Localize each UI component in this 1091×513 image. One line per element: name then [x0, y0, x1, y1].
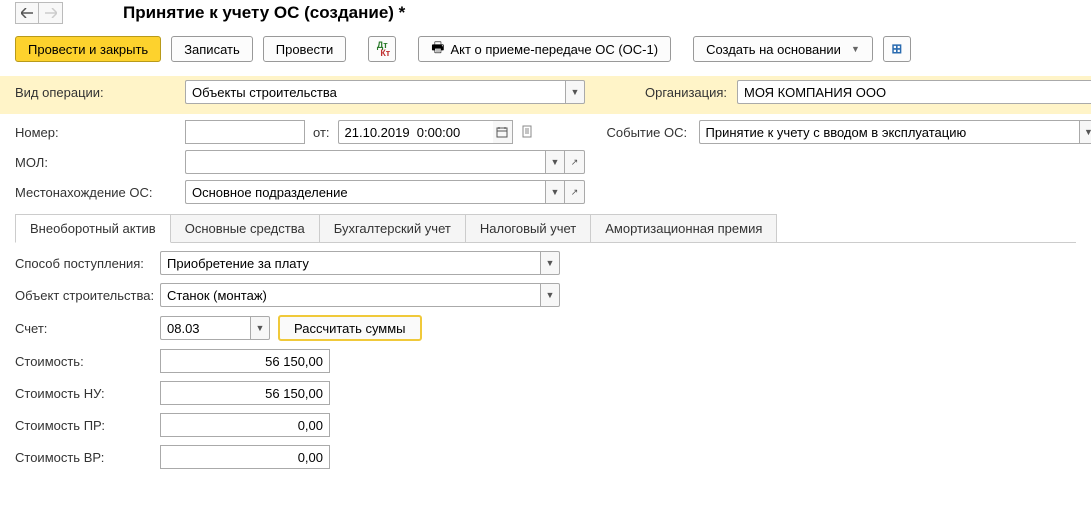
mol-label: МОЛ:: [15, 155, 185, 170]
post-button[interactable]: Провести: [263, 36, 347, 62]
os-event-input[interactable]: [699, 120, 1079, 144]
tab-tax-accounting[interactable]: Налоговый учет: [465, 214, 591, 242]
tab-fixed-assets[interactable]: Основные средства: [170, 214, 320, 242]
print-act-button[interactable]: 🖶 Акт о приеме-передаче ОС (ОС-1): [418, 36, 671, 62]
mol-dropdown[interactable]: ▼: [545, 150, 565, 174]
post-and-close-button[interactable]: Провести и закрыть: [15, 36, 161, 62]
account-input[interactable]: [160, 316, 250, 340]
number-label: Номер:: [15, 125, 185, 140]
cost-input[interactable]: [160, 349, 330, 373]
calendar-icon: [496, 126, 508, 138]
create-based-on-button[interactable]: Создать на основании ▼: [693, 36, 873, 62]
printer-icon: 🖶: [431, 37, 444, 61]
calendar-button[interactable]: [493, 120, 513, 144]
cost-nu-label: Стоимость НУ:: [15, 386, 160, 401]
construction-object-label: Объект строительства:: [15, 288, 160, 303]
cost-pr-label: Стоимость ПР:: [15, 418, 160, 433]
dtkt-button[interactable]: ДтКт: [368, 36, 396, 62]
tab-accounting[interactable]: Бухгалтерский учет: [319, 214, 466, 242]
print-act-label: Акт о приеме-передаче ОС (ОС-1): [450, 42, 658, 57]
cost-nu-input[interactable]: [160, 381, 330, 405]
receipt-method-input[interactable]: [160, 251, 540, 275]
cost-vr-label: Стоимость ВР:: [15, 450, 160, 465]
os-event-label: Событие ОС:: [607, 125, 699, 140]
tab-noncurrent-asset[interactable]: Внеоборотный актив: [15, 214, 171, 243]
os-location-open[interactable]: ↗: [565, 180, 585, 204]
save-button[interactable]: Записать: [171, 36, 253, 62]
os-location-dropdown[interactable]: ▼: [545, 180, 565, 204]
receipt-method-label: Способ поступления:: [15, 256, 160, 271]
chevron-down-icon: ▼: [851, 44, 860, 54]
structure-button[interactable]: ⊞: [883, 36, 911, 62]
cost-vr-input[interactable]: [160, 445, 330, 469]
date-input[interactable]: [338, 120, 493, 144]
page-title: Принятие к учету ОС (создание) *: [123, 3, 405, 23]
tabs: Внеоборотный актив Основные средства Бух…: [15, 214, 1076, 243]
dtkt-icon: ДтКт: [374, 41, 390, 57]
create-based-on-label: Создать на основании: [706, 42, 841, 57]
calculate-button[interactable]: Рассчитать суммы: [278, 315, 422, 341]
organization-input[interactable]: [737, 80, 1091, 104]
os-location-label: Местонахождение ОС:: [15, 185, 185, 200]
cost-pr-input[interactable]: [160, 413, 330, 437]
doc-status-icon: [521, 125, 535, 139]
operation-type-label: Вид операции:: [15, 85, 185, 100]
date-from-label: от:: [313, 125, 330, 140]
toolbar: Провести и закрыть Записать Провести ДтК…: [0, 30, 1091, 76]
organization-label: Организация:: [645, 85, 737, 100]
operation-type-input[interactable]: [185, 80, 565, 104]
number-input[interactable]: [185, 120, 305, 144]
mol-input[interactable]: [185, 150, 545, 174]
os-event-dropdown[interactable]: ▼: [1079, 120, 1091, 144]
structure-icon: ⊞: [891, 41, 902, 57]
nav-forward-button[interactable]: [39, 2, 63, 24]
construction-object-dropdown[interactable]: ▼: [540, 283, 560, 307]
os-location-input[interactable]: [185, 180, 545, 204]
tab-depreciation-bonus[interactable]: Амортизационная премия: [590, 214, 777, 242]
operation-type-dropdown[interactable]: ▼: [565, 80, 585, 104]
receipt-method-dropdown[interactable]: ▼: [540, 251, 560, 275]
mol-open[interactable]: ↗: [565, 150, 585, 174]
account-dropdown[interactable]: ▼: [250, 316, 270, 340]
cost-label: Стоимость:: [15, 354, 160, 369]
construction-object-input[interactable]: [160, 283, 540, 307]
nav-back-button[interactable]: [15, 2, 39, 24]
account-label: Счет:: [15, 321, 160, 336]
